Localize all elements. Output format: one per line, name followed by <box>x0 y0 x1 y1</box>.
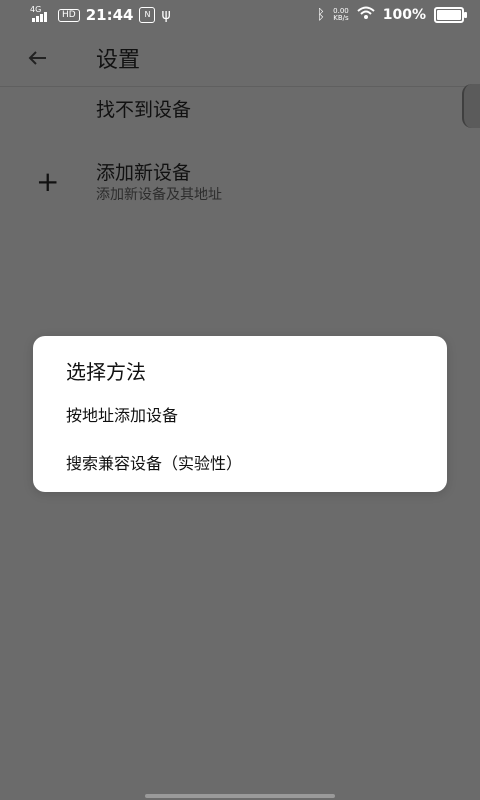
add-device-title: 添加新设备 <box>96 162 192 184</box>
add-device-subtitle: 添加新设备及其地址 <box>96 187 222 203</box>
status-right: ᛒ 0.00 KB/s 100% <box>316 6 467 24</box>
hd-badge: HD <box>58 8 80 22</box>
choose-method-dialog: 选择方法 按地址添加设备 搜索兼容设备（实验性） <box>33 336 447 492</box>
gesture-bar[interactable] <box>145 794 335 798</box>
usb-icon: ψ <box>161 7 171 23</box>
back-button[interactable] <box>22 43 52 73</box>
network-speed: 0.00 KB/s <box>333 8 349 22</box>
edge-handle[interactable] <box>462 84 480 128</box>
status-time: 21:44 <box>85 6 134 24</box>
back-arrow-icon <box>28 51 46 65</box>
network-speed-unit: KB/s <box>333 14 349 22</box>
battery-icon <box>434 7 467 23</box>
plus-icon: + <box>36 165 60 198</box>
add-by-address-option[interactable]: 按地址添加设备 <box>66 402 178 426</box>
cant-find-device-item[interactable]: 找不到设备 <box>96 95 191 122</box>
battery-percent: 100% <box>382 7 426 23</box>
cellular-signal-icon: 4G <box>30 6 52 22</box>
add-device-item[interactable]: + 添加新设备 添加新设备及其地址 <box>0 150 480 210</box>
bluetooth-icon: ᛒ <box>316 7 326 23</box>
dialog-title: 选择方法 <box>66 360 146 384</box>
page-title: 设置 <box>96 48 141 73</box>
status-bar: 4G HD 21:44 N ψ ᛒ 0.00 KB/s 100% <box>0 0 480 30</box>
wifi-icon <box>357 6 375 24</box>
notification-app-icon: N <box>139 7 156 23</box>
search-compatible-option[interactable]: 搜索兼容设备（实验性） <box>66 450 242 474</box>
status-left: 4G HD 21:44 N ψ <box>30 6 171 25</box>
app-bar: 设置 <box>0 30 480 87</box>
